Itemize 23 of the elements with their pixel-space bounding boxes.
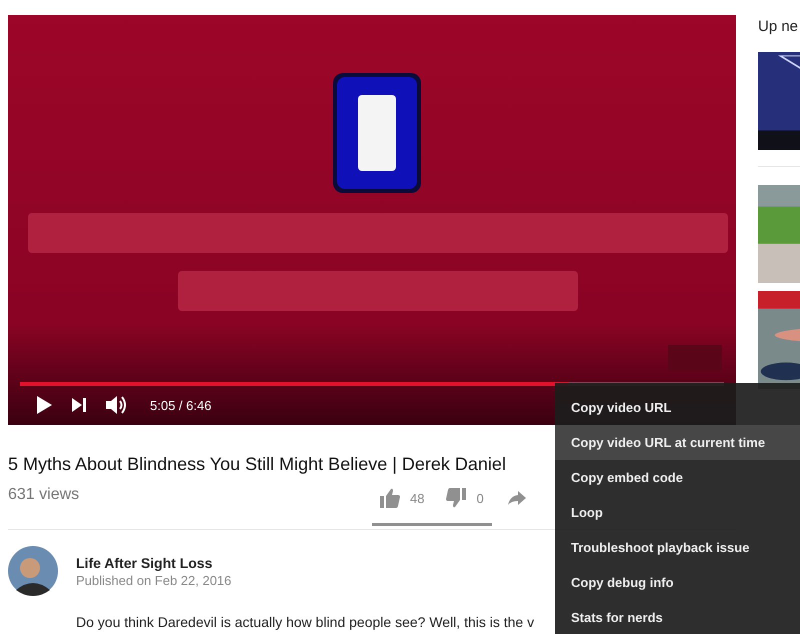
- menu-item[interactable]: Copy video URL: [555, 390, 800, 425]
- up-next-heading: Up ne: [758, 18, 798, 37]
- next-icon[interactable]: [72, 398, 86, 412]
- menu-item[interactable]: Stats for nerds: [555, 600, 800, 634]
- view-count: 631 views: [8, 486, 80, 504]
- menu-item[interactable]: Copy debug info: [555, 565, 800, 600]
- share-arrow-icon[interactable]: [508, 491, 526, 505]
- menu-item[interactable]: Loop: [555, 495, 800, 530]
- channel-avatar[interactable]: [8, 546, 58, 596]
- dislike-button[interactable]: 0: [438, 483, 492, 513]
- time-display: 5:05 / 6:46: [150, 398, 212, 412]
- thumbs-down-icon: [446, 488, 466, 508]
- publish-date: Published on Feb 22, 2016: [76, 572, 232, 588]
- like-button[interactable]: 48: [372, 483, 432, 513]
- thumbs-up-icon: [380, 488, 400, 508]
- channel-name[interactable]: Life After Sight Loss: [76, 554, 232, 570]
- volume-icon[interactable]: [106, 395, 128, 415]
- play-icon[interactable]: [36, 396, 52, 414]
- menu-item[interactable]: Copy video URL at current time: [555, 425, 800, 460]
- menu-item[interactable]: Copy embed code: [555, 460, 800, 495]
- video-title: 5 Myths About Blindness You Still Might Believe | Derek Daniel: [8, 453, 507, 475]
- menu-item[interactable]: Troubleshoot playback issue: [555, 530, 800, 565]
- video-description: Do you think Daredevil is actually how blind people see? Well, this is the v: [76, 614, 534, 630]
